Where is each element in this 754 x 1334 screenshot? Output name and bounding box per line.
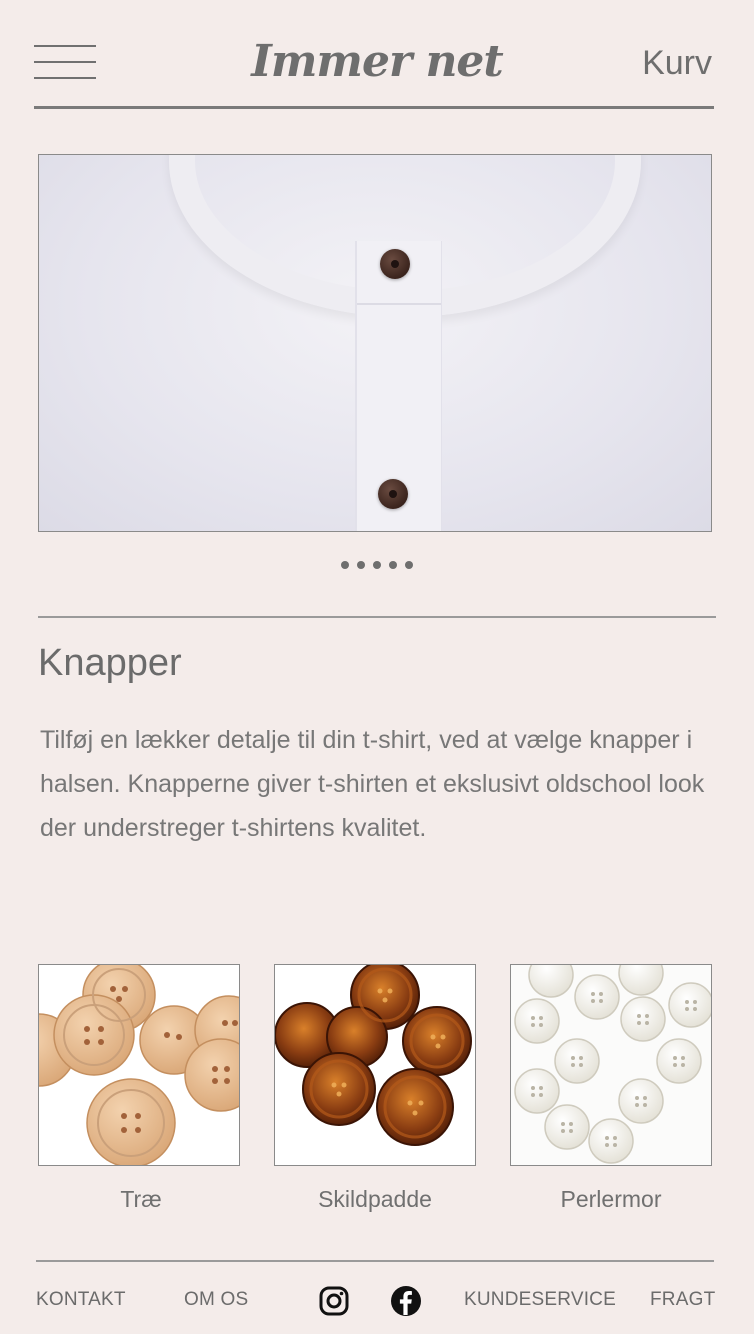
facebook-icon[interactable] (390, 1285, 422, 1317)
cart-link[interactable]: Kurv (642, 44, 712, 83)
section-description: Tilføj en lækker detalje til din t-shirt… (40, 726, 705, 842)
shirt-button (380, 249, 410, 279)
carousel-dot[interactable] (341, 561, 349, 569)
option-pearl-image[interactable] (510, 964, 712, 1166)
carousel-dot[interactable] (405, 561, 413, 569)
brand-logo[interactable]: Immer net (0, 36, 754, 87)
hero-image[interactable] (38, 154, 712, 532)
footer-link-om-os[interactable]: OM OS (184, 1289, 248, 1311)
footer-divider (36, 1260, 714, 1262)
option-label-wood[interactable]: Træ (40, 1186, 242, 1213)
instagram-icon[interactable] (318, 1285, 350, 1317)
section-title: Knapper (38, 642, 182, 684)
carousel-dot[interactable] (373, 561, 381, 569)
footer-link-kundeservice[interactable]: KUNDESERVICE (464, 1289, 616, 1311)
shirt-button (378, 479, 408, 509)
carousel-dots (0, 561, 754, 569)
carousel-dot[interactable] (389, 561, 397, 569)
option-wood-image[interactable] (38, 964, 240, 1166)
footer-link-fragt[interactable]: FRAGT (650, 1289, 715, 1311)
header-divider (34, 106, 714, 109)
option-label-pearl[interactable]: Perlermor (510, 1186, 712, 1213)
option-label-tortoise[interactable]: Skildpadde (274, 1186, 476, 1213)
carousel-dot[interactable] (357, 561, 365, 569)
section-divider (38, 616, 716, 618)
footer-link-kontakt[interactable]: KONTAKT (36, 1289, 126, 1311)
option-tortoise-image[interactable] (274, 964, 476, 1166)
